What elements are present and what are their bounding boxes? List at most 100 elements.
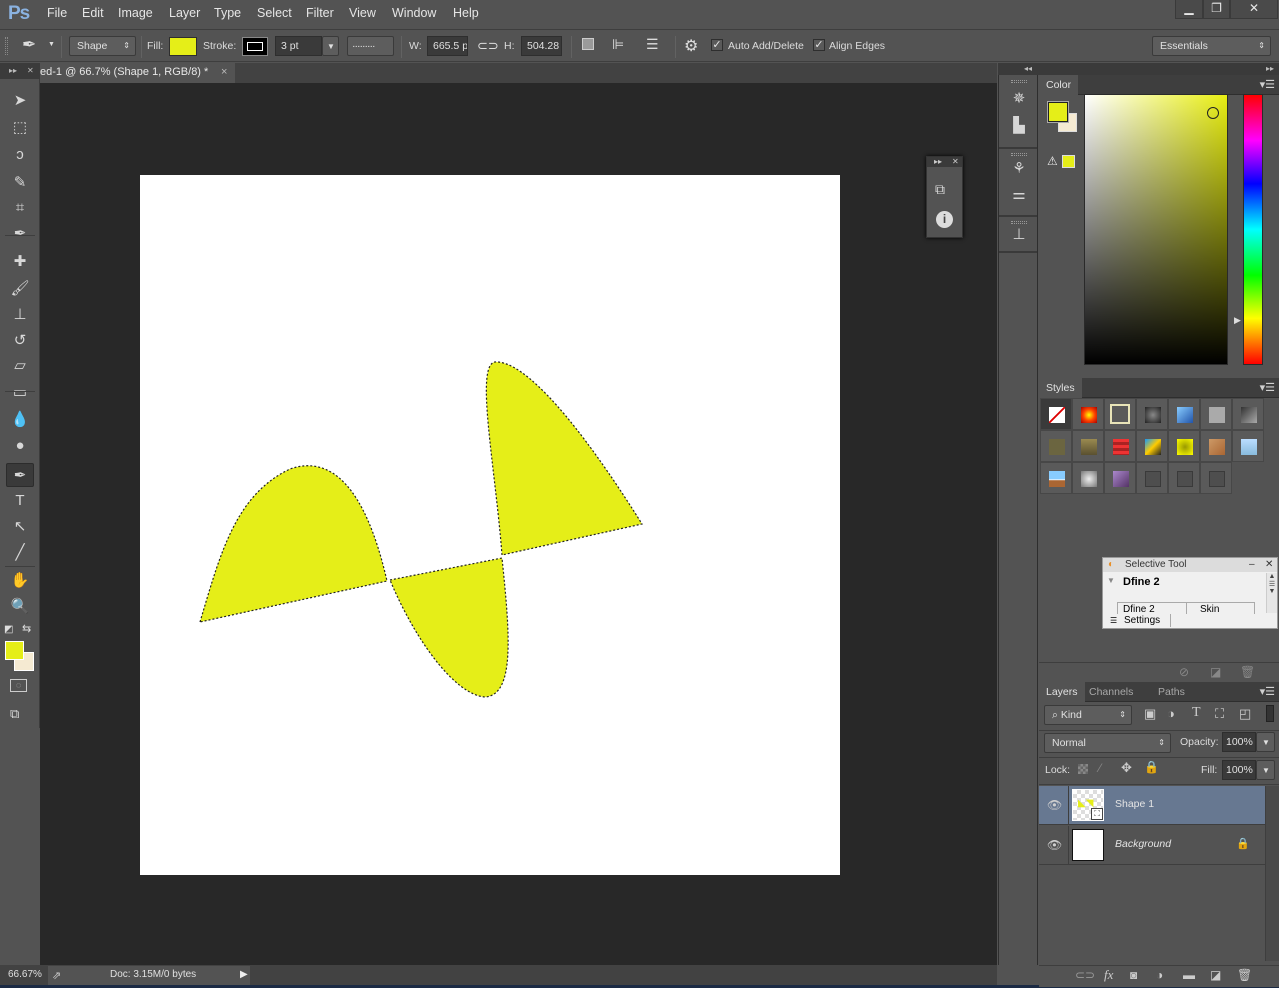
tab-color[interactable]: Color [1039,75,1079,95]
style-swatch[interactable] [1040,430,1072,462]
minimize-icon[interactable]: – [1249,558,1255,572]
style-swatch[interactable] [1136,398,1168,430]
clone-stamp-tool[interactable]: ⊥ [6,303,34,327]
selective-tool-titlebar[interactable]: ◐ Selective Tool – ✕ [1103,558,1277,572]
pen-tool[interactable]: ✒ [6,463,34,487]
height-field[interactable]: 504.28 px [521,36,562,56]
add-mask-icon[interactable]: ◙ [1130,968,1137,982]
opacity-dropdown[interactable]: ▼ [1256,732,1275,752]
history-brush-tool[interactable]: ↺ [6,329,34,353]
brush-presets-icon[interactable]: ⚘ [1007,157,1031,181]
menu-image[interactable]: Image [118,6,153,20]
panel-menu-icon[interactable]: ▾☰ [1260,78,1275,91]
filter-adjustment-icon[interactable]: ◑ [1167,706,1175,721]
options-grip[interactable] [5,37,8,55]
restore-button[interactable]: ❐ [1203,0,1230,19]
foreground-color-swatch[interactable] [1047,101,1069,123]
style-swatch[interactable] [1040,462,1072,494]
menu-layer[interactable]: Layer [169,6,200,20]
layers-scrollbar[interactable] [1265,786,1279,961]
clone-source-icon[interactable]: ⊥ [1007,223,1031,247]
expand-icon[interactable]: ▸▸ [1266,64,1274,73]
menu-help[interactable]: Help [453,6,479,20]
stroke-type-select[interactable]: ········· [347,36,394,56]
gradient-tool[interactable]: ▭ [6,381,34,405]
tab-paths[interactable]: Paths [1151,682,1192,702]
3d-icon[interactable]: ⧉ [935,181,945,198]
fill-dropdown[interactable]: ▼ [1256,760,1275,780]
new-layer-icon[interactable]: ◪ [1210,968,1221,982]
zoom-tool[interactable]: 🔍 [6,595,34,619]
brush-tool[interactable]: 🖌 [6,277,34,301]
filter-smart-object-icon[interactable]: ◰ [1239,706,1251,722]
layer-row-background[interactable]: 👁 Background 🔒 [1039,826,1265,865]
link-layers-icon[interactable]: ⊂⊃ [1075,968,1095,982]
healing-brush-tool[interactable]: ✚ [6,250,34,274]
style-swatch[interactable] [1136,430,1168,462]
tab-styles[interactable]: Styles [1039,378,1082,398]
quick-mask-icon[interactable]: ◌ [10,679,27,692]
crop-tool[interactable]: ⌗ [6,196,34,220]
expand-icon[interactable]: ▸▸ [934,157,942,167]
marquee-tool[interactable]: ⬚ [6,116,34,140]
tab-channels[interactable]: Channels [1082,682,1140,702]
fx-icon[interactable]: fx [1104,967,1113,983]
collapse-icon[interactable]: ◂◂ [1024,64,1032,73]
menu-edit[interactable]: Edit [82,6,104,20]
stroke-width-field[interactable]: 3 pt [275,36,322,56]
style-swatch[interactable] [1104,430,1136,462]
filter-pixel-icon[interactable]: ▣ [1144,706,1156,722]
lock-all-icon[interactable]: 🔒 [1144,760,1159,774]
menu-view[interactable]: View [349,6,376,20]
path-arrangement-icon[interactable]: ☰ [646,36,659,53]
style-swatch[interactable] [1072,398,1104,430]
tool-mode-select[interactable]: Shape ⇕ [69,36,136,56]
close-icon[interactable]: ✕ [27,66,34,75]
style-swatch[interactable] [1200,430,1232,462]
dock-grip[interactable] [1011,153,1027,156]
shape-1-path[interactable] [199,361,643,698]
lock-transparent-icon[interactable] [1078,764,1088,774]
close-icon[interactable]: ✕ [1265,558,1273,572]
expand-icon[interactable]: ▸▸ [9,66,17,75]
gamut-swatch[interactable] [1062,155,1075,168]
info-icon[interactable]: i [936,211,953,228]
path-operations-icon[interactable] [582,38,594,50]
foreground-color-swatch[interactable] [5,641,24,660]
preset-dfine[interactable]: Dfine 2 [1123,603,1155,614]
lock-position-icon[interactable]: ✥ [1121,760,1132,776]
gear-icon[interactable]: ⚙ [684,36,698,56]
adjustment-layer-icon[interactable]: ◑ [1156,968,1163,982]
style-swatch[interactable] [1072,430,1104,462]
width-field[interactable]: 665.5 px [427,36,468,56]
menu-window[interactable]: Window [392,6,436,20]
tab-layers[interactable]: Layers [1039,682,1085,702]
clear-style-icon[interactable]: ⊘ [1179,665,1189,679]
new-style-icon[interactable]: ◪ [1210,665,1221,679]
hue-slider-handle[interactable]: ▶ [1234,315,1241,326]
menu-type[interactable]: Type [214,6,241,20]
share-icon[interactable]: ⇗ [52,969,61,982]
path-selection-tool[interactable]: ↖ [6,515,34,539]
style-swatch[interactable] [1136,462,1168,494]
auto-add-delete-checkbox[interactable]: ✓ [711,39,723,51]
hand-tool[interactable]: ✋ [6,569,34,593]
shape-layer-graphic[interactable] [140,175,840,875]
default-colors-icon[interactable]: ◩ [4,624,13,635]
move-tool[interactable]: ➤ [6,89,34,113]
layer-row-shape-1[interactable]: 👁 ◣◥ ⛶ Shape 1 [1039,786,1265,825]
style-swatch[interactable] [1168,462,1200,494]
zoom-level[interactable]: 66.67% [8,969,42,980]
collapse-triangle-icon[interactable]: ▼ [1107,576,1115,585]
style-swatch[interactable] [1232,430,1264,462]
style-swatch[interactable] [1072,462,1104,494]
close-tab-icon[interactable]: × [221,63,227,82]
eyedropper-tool[interactable]: ✒ [6,222,34,246]
layer-filter-select[interactable]: ⌕ Kind ⇕ [1044,705,1132,725]
minimize-button[interactable]: ▁ [1175,0,1203,19]
style-swatch[interactable] [1168,430,1200,462]
style-swatch[interactable] [1168,398,1200,430]
chevron-down-icon[interactable]: ▼ [48,41,55,48]
fill-color-swatch[interactable] [169,37,197,56]
style-swatch[interactable] [1232,398,1264,430]
